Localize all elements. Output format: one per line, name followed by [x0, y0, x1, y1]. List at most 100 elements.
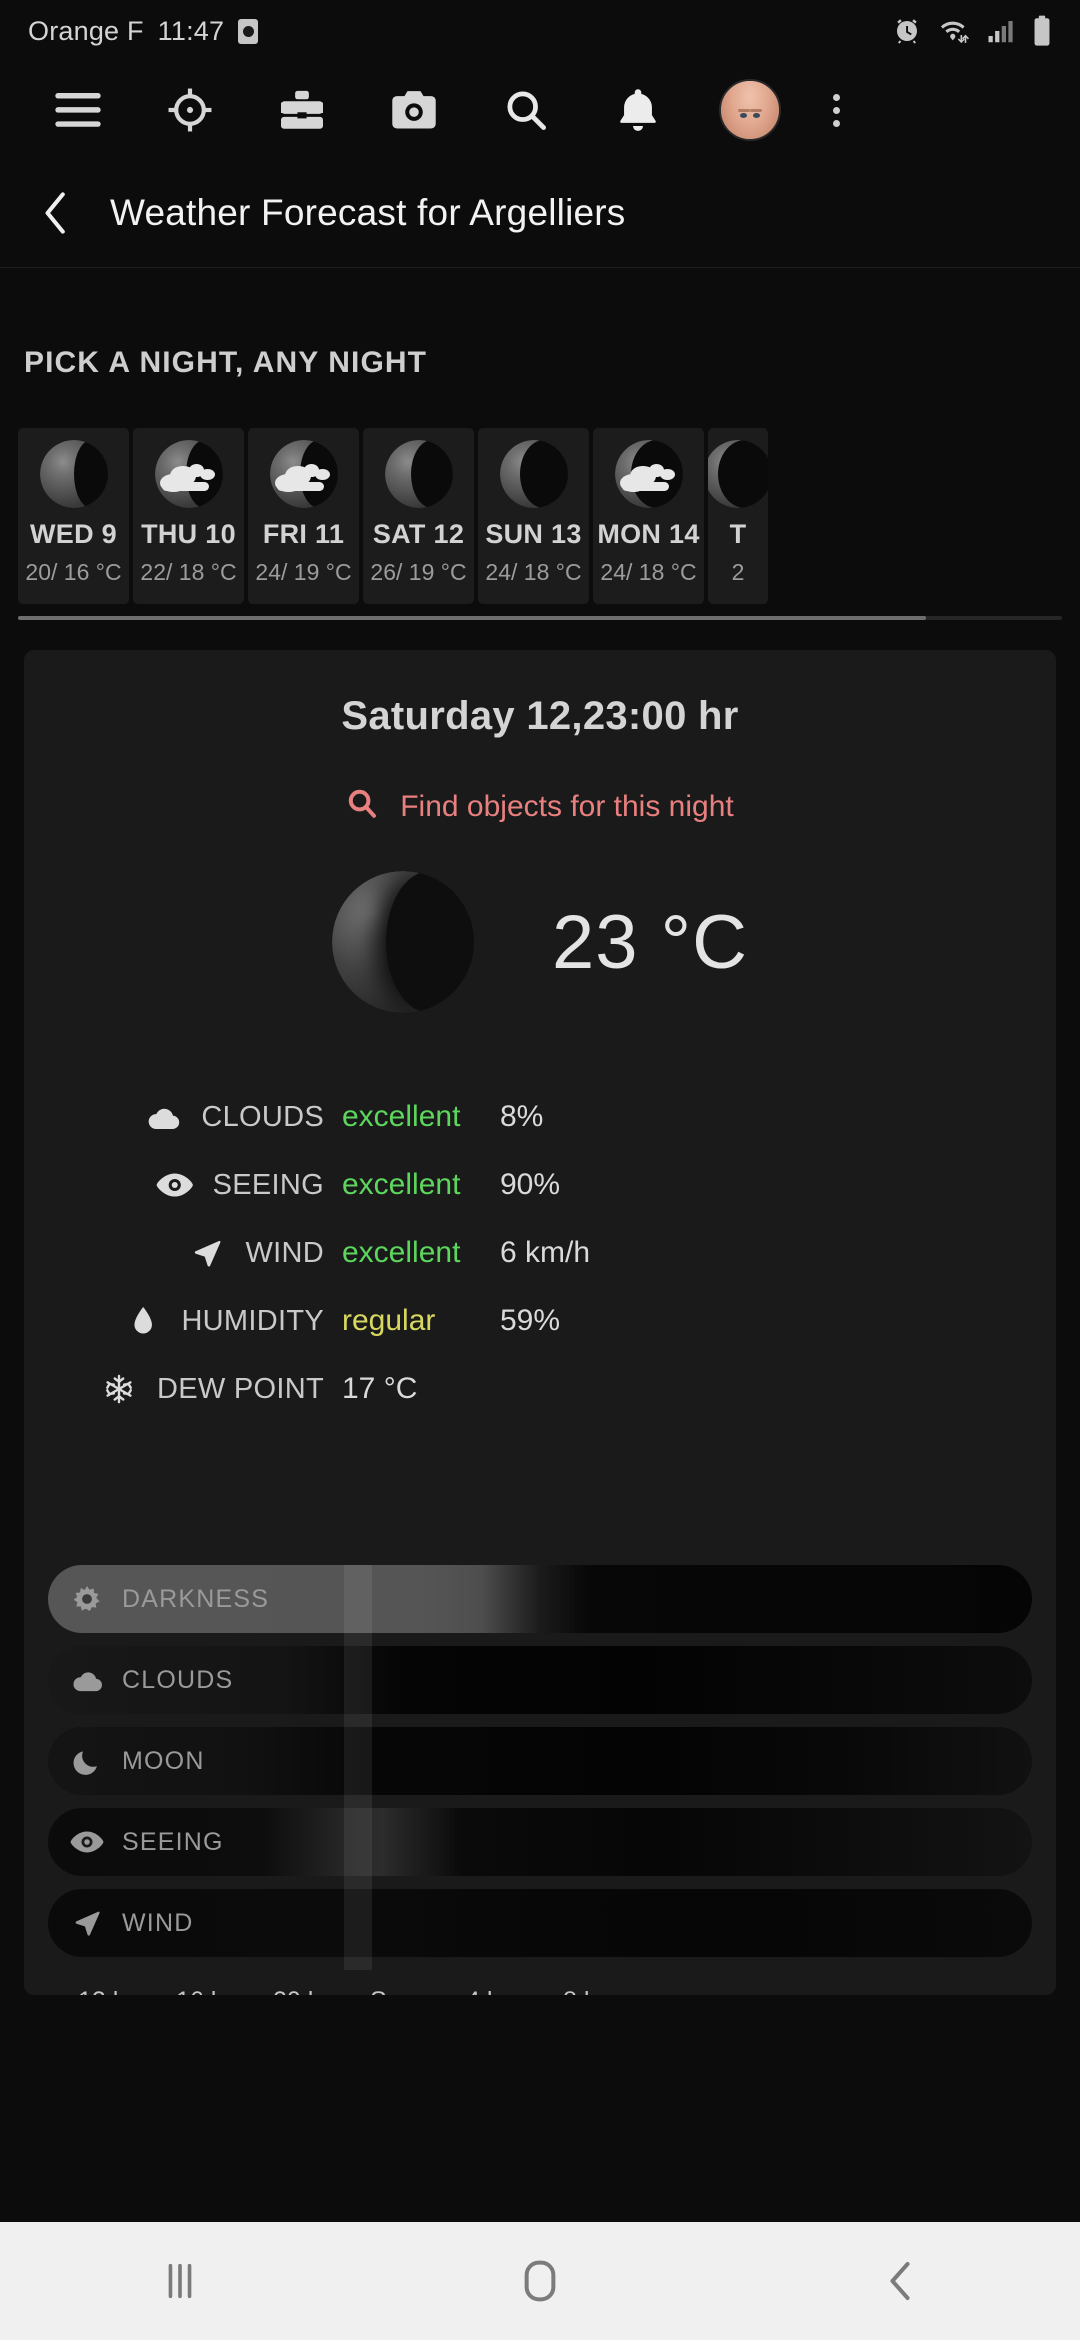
day-card[interactable]: MON 14 24/ 18 °C — [593, 428, 704, 604]
cloud-icon — [619, 463, 677, 494]
cloud-icon — [143, 1102, 183, 1132]
condition-label: SEEING — [212, 1168, 324, 1201]
timeline-row[interactable]: WIND — [48, 1889, 1032, 1957]
search-icon[interactable] — [470, 62, 582, 158]
day-card[interactable]: SAT 12 26/ 19 °C — [363, 428, 474, 604]
condition-label: DEW POINT — [156, 1372, 324, 1405]
day-temperature: 22/ 18 °C — [140, 559, 237, 585]
timeline-row-label: CLOUDS — [122, 1665, 234, 1694]
condition-value: 6 km/h — [500, 1236, 591, 1269]
day-card[interactable]: WED 9 20/ 16 °C — [18, 428, 129, 604]
moon-phase-icon — [708, 440, 768, 508]
alarm-icon — [892, 16, 922, 46]
condition-row: HUMIDITY regular 59% — [24, 1287, 1056, 1355]
day-strip[interactable]: WED 9 20/ 16 °C THU 10 22/ 18 °C FRI 11 … — [0, 428, 1080, 604]
find-objects-button[interactable]: Find objects for this night — [24, 787, 1056, 827]
day-card[interactable]: THU 10 22/ 18 °C — [133, 428, 244, 604]
moon-phase-icon — [154, 440, 223, 508]
moon-phase-icon — [614, 440, 683, 508]
back-icon[interactable] — [840, 2222, 960, 2340]
timeline-axis-tick: 8 hr — [563, 1987, 606, 1996]
condition-row: WIND excellent 6 km/h — [24, 1219, 1056, 1287]
timeline-axis-tick: 16 hr — [176, 1987, 233, 1996]
find-objects-label: Find objects for this night — [400, 790, 734, 823]
carrier-label: Orange F — [28, 15, 144, 46]
page-header: Weather Forecast for Argelliers — [0, 158, 1080, 268]
search-icon — [346, 787, 378, 827]
recents-icon[interactable] — [120, 2222, 240, 2340]
timeline-axis: 12 hr 16 hr 20 hr Sun 4 hr 8 hr — [24, 1970, 1056, 1996]
cloud-icon — [159, 463, 217, 494]
target-icon[interactable] — [134, 62, 246, 158]
navigation-icon — [70, 1909, 104, 1937]
moon-phase-icon — [332, 871, 475, 1013]
condition-rating: regular — [342, 1304, 436, 1337]
condition-rating: 17 °C — [342, 1372, 418, 1405]
moon-icon — [70, 1747, 104, 1775]
timeline-row[interactable]: CLOUDS — [48, 1646, 1032, 1714]
status-bar: Orange F 11:47 — [0, 0, 1080, 62]
timeline-axis-tick: 20 hr — [273, 1987, 330, 1996]
navigation-icon — [187, 1238, 227, 1268]
timeline-row[interactable]: SEEING — [48, 1808, 1032, 1876]
day-label: WED 9 — [29, 519, 117, 549]
camera-icon[interactable] — [358, 62, 470, 158]
toolbox-icon[interactable] — [246, 62, 358, 158]
cloud-icon — [274, 463, 332, 494]
section-heading: PICK A NIGHT, ANY NIGHT — [24, 346, 428, 379]
timeline-row-label: SEEING — [122, 1827, 224, 1856]
avatar[interactable] — [694, 62, 806, 158]
droplet-icon — [123, 1306, 163, 1336]
day-card[interactable]: T 2 — [708, 428, 768, 604]
home-icon[interactable] — [480, 2222, 600, 2340]
timeline-axis-tick: 12 hr — [78, 1987, 135, 1996]
day-label: MON 14 — [597, 519, 700, 549]
timeline-row-label: DARKNESS — [122, 1584, 270, 1613]
condition-row: CLOUDS excellent 8% — [24, 1083, 1056, 1151]
day-strip-scroll-thumb[interactable] — [18, 616, 927, 620]
day-strip-container: WED 9 20/ 16 °C THU 10 22/ 18 °C FRI 11 … — [0, 428, 1080, 620]
condition-rating: excellent — [342, 1236, 461, 1269]
moon-phase-icon — [269, 440, 338, 508]
timeline-axis-tick: 4 hr — [466, 1987, 509, 1996]
timeline-row[interactable]: DARKNESS — [48, 1565, 1032, 1633]
day-card[interactable]: SUN 13 24/ 18 °C — [478, 428, 589, 604]
conditions-list: CLOUDS excellent 8% SEEING excellent 90%… — [24, 1083, 1056, 1423]
battery-icon — [1032, 15, 1052, 47]
night-detail-card: Saturday 12,23:00 hr Find objects for th… — [24, 650, 1056, 1995]
condition-label: CLOUDS — [201, 1100, 324, 1133]
app-toolbar — [0, 62, 1080, 158]
clock-label: 11:47 — [157, 15, 225, 46]
timeline-chart: DARKNESS CLOUDS MOON SEEING WIND 12 hr 16… — [24, 1565, 1056, 1995]
temperature-row: 23 °C — [24, 871, 1056, 1013]
snowflake-icon — [99, 1374, 139, 1404]
timeline-bars[interactable]: DARKNESS CLOUDS MOON SEEING WIND — [24, 1565, 1056, 1957]
condition-rating: excellent — [342, 1168, 461, 1201]
cloud-icon — [70, 1666, 104, 1694]
day-card[interactable]: FRI 11 24/ 19 °C — [248, 428, 359, 604]
sun-icon — [70, 1585, 104, 1613]
page-title: Weather Forecast for Argelliers — [110, 191, 626, 233]
day-temperature: 2 — [731, 559, 745, 585]
eye-icon — [70, 1828, 104, 1856]
timeline-row-label: WIND — [122, 1908, 194, 1937]
condition-rating: excellent — [342, 1100, 461, 1133]
timeline-row-label: MOON — [122, 1746, 205, 1775]
moon-phase-icon — [39, 440, 108, 508]
day-label: FRI 11 — [262, 519, 345, 549]
phone-screen: Orange F 11:47 Weather Forecast for Arge… — [0, 0, 1080, 2340]
day-temperature: 24/ 19 °C — [255, 559, 352, 585]
menu-icon[interactable] — [22, 62, 134, 158]
day-strip-scrollbar[interactable] — [18, 616, 1062, 620]
moon-phase-icon — [499, 440, 568, 508]
condition-row: SEEING excellent 90% — [24, 1151, 1056, 1219]
system-navigation-bar — [0, 2222, 1080, 2340]
condition-label: WIND — [245, 1236, 324, 1269]
back-chevron-icon[interactable] — [28, 185, 84, 241]
condition-value: 8% — [500, 1100, 544, 1133]
bell-icon[interactable] — [582, 62, 694, 158]
condition-row: DEW POINT 17 °C — [24, 1355, 1056, 1423]
kebab-menu-icon[interactable] — [806, 62, 866, 158]
day-label: SUN 13 — [485, 519, 582, 549]
timeline-row[interactable]: MOON — [48, 1727, 1032, 1795]
